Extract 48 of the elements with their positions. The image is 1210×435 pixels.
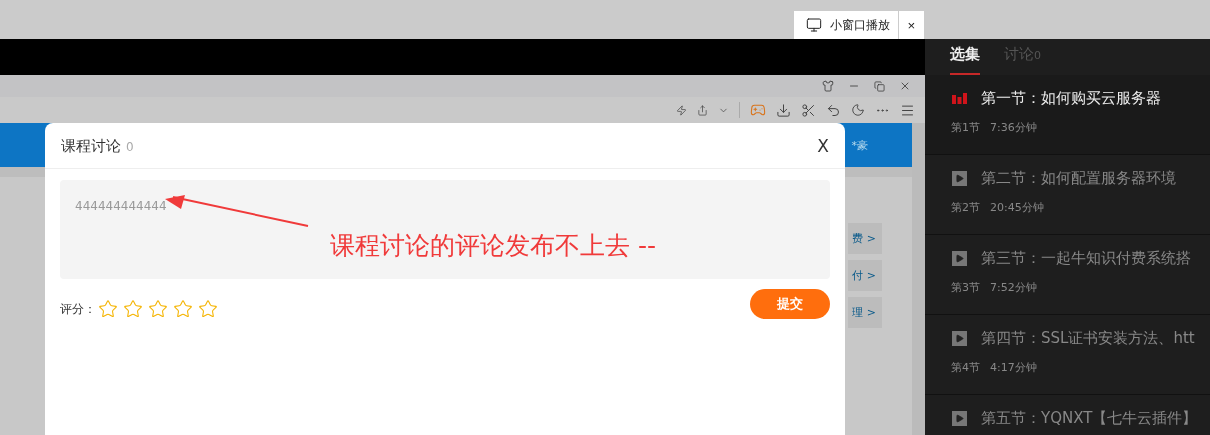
star-icon[interactable] bbox=[173, 299, 193, 319]
episode-title: 第一节：如何购买云服务器 bbox=[981, 89, 1161, 108]
rating-label: 评分： bbox=[60, 300, 96, 318]
download-icon[interactable] bbox=[776, 102, 791, 118]
undo-icon[interactable] bbox=[826, 102, 841, 118]
shirt-icon[interactable] bbox=[822, 80, 834, 92]
equalizer-icon bbox=[952, 93, 967, 104]
episode-duration: 20:45分钟 bbox=[990, 200, 1044, 215]
scissors-icon[interactable] bbox=[801, 102, 816, 118]
episode-duration: 4:17分钟 bbox=[990, 360, 1037, 375]
menu-icon[interactable] bbox=[900, 102, 915, 118]
mini-window-button[interactable]: 小窗口播放 bbox=[794, 11, 898, 39]
play-icon bbox=[952, 251, 967, 266]
play-icon bbox=[952, 171, 967, 186]
moon-icon[interactable] bbox=[851, 103, 865, 117]
side-link[interactable]: 理 > bbox=[848, 297, 882, 328]
episode-number: 第3节 bbox=[951, 280, 980, 295]
episode-title: 第三节：一起牛知识付费系统搭 bbox=[981, 249, 1191, 268]
star-icon[interactable] bbox=[123, 299, 143, 319]
dialog-title: 课程讨论 0 bbox=[61, 135, 134, 156]
restore-icon[interactable] bbox=[874, 80, 885, 92]
share-icon[interactable] bbox=[697, 104, 708, 116]
close-button[interactable]: X bbox=[817, 135, 829, 156]
star-icon[interactable] bbox=[148, 299, 168, 319]
episode-title: 第四节：SSL证书安装方法、htt bbox=[981, 329, 1195, 348]
close-button[interactable]: × bbox=[898, 11, 924, 39]
episode-duration: 7:52分钟 bbox=[990, 280, 1037, 295]
user-name[interactable]: *豪 bbox=[851, 137, 868, 153]
side-link[interactable]: 费 > bbox=[848, 223, 882, 254]
episode-title: 第五节：YQNXT【七牛云插件】 bbox=[981, 409, 1198, 428]
play-icon bbox=[952, 411, 967, 426]
star-rating[interactable] bbox=[98, 299, 218, 319]
episode-duration: 7:36分钟 bbox=[990, 120, 1037, 135]
star-icon[interactable] bbox=[198, 299, 218, 319]
lightning-icon[interactable] bbox=[676, 104, 687, 116]
annotation-text: 课程讨论的评论发布不上去 -- bbox=[330, 230, 656, 262]
episode-number: 第4节 bbox=[951, 360, 980, 375]
monitor-icon bbox=[806, 17, 822, 33]
play-icon bbox=[952, 331, 967, 346]
star-icon[interactable] bbox=[98, 299, 118, 319]
side-link[interactable]: 付 > bbox=[848, 260, 882, 291]
close-icon[interactable] bbox=[899, 80, 911, 92]
submit-button[interactable]: 提交 bbox=[750, 289, 830, 319]
episode-number: 第2节 bbox=[951, 200, 980, 215]
episode-title: 第二节：如何配置服务器环境 bbox=[981, 169, 1176, 188]
episode-item[interactable]: 第一节：如何购买云服务器 第1节 7:36分钟 bbox=[925, 75, 1210, 155]
gamepad-icon[interactable] bbox=[750, 102, 766, 118]
episode-number: 第1节 bbox=[951, 120, 980, 135]
